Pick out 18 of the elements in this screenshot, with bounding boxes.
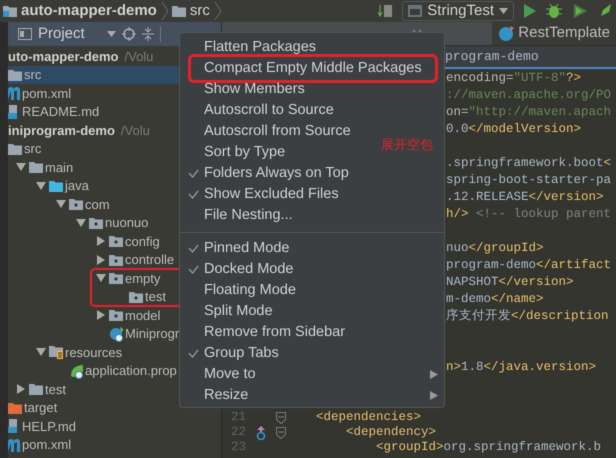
code-line: nuo</groupId>	[446, 240, 544, 258]
code-line: 序支付开发</description	[446, 308, 609, 326]
code-line: ://maven.apache.org/PO	[446, 87, 612, 104]
code-line: program-demo</artifact	[446, 257, 612, 274]
code-line: spring-boot-starter-pa	[446, 172, 612, 190]
code-line: h/> <!-- lookup parent	[446, 206, 612, 224]
annotation-text: 展开空包	[381, 137, 433, 155]
code-line: encoding="UTF-8"?>	[446, 70, 582, 88]
code-line: .springframework.boot<	[446, 155, 612, 172]
code-line: on="http://maven.apach	[446, 104, 612, 122]
code-line: <groupId>org.springframework.b	[375, 440, 602, 454]
code-line: NAPSHOT</version>	[446, 274, 574, 292]
code-line: <dependency>	[345, 425, 436, 440]
code-line: n>1.8</java.version>	[446, 359, 596, 376]
code-line: .12.RELEASE</version>	[446, 189, 604, 206]
code-line: 0.0</modelVersion>	[446, 121, 582, 138]
code-line: <dependencies>	[316, 410, 422, 424]
code-line: m-demo</name>	[446, 291, 544, 308]
